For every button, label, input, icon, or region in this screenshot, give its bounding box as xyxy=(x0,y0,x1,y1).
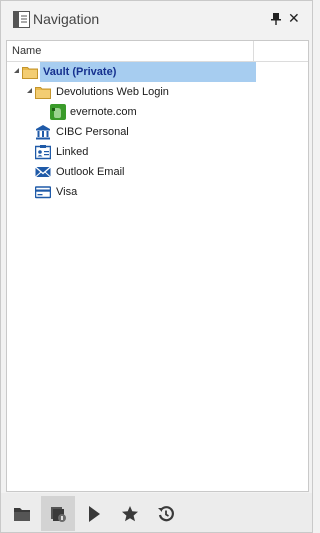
credit-card-icon xyxy=(35,186,51,199)
pin-icon[interactable] xyxy=(271,13,281,25)
folder-icon xyxy=(14,507,30,521)
folder-icon xyxy=(22,67,38,79)
collapse-arrow-icon[interactable] xyxy=(14,68,19,73)
contact-card-icon xyxy=(35,145,51,160)
navigation-tree: Name Vault (Private) Devolutions Web Log… xyxy=(6,40,309,492)
folder-view-button[interactable] xyxy=(5,496,39,531)
tree-item-label: Outlook Email xyxy=(56,166,125,178)
tree-item-cibc-personal[interactable]: CIBC Personal xyxy=(7,122,306,142)
tree-item-label: Vault (Private) xyxy=(43,66,117,78)
navigation-panel-icon xyxy=(13,11,30,28)
tree-item-label: evernote.com xyxy=(70,106,137,118)
bank-icon xyxy=(36,125,50,140)
play-icon xyxy=(89,505,100,522)
tree-item-devolutions-web-login[interactable]: Devolutions Web Login xyxy=(7,82,306,102)
tree-item-label: Visa xyxy=(56,186,78,198)
tree-column-header: Name xyxy=(7,41,308,62)
tree-item-outlook-email[interactable]: Outlook Email xyxy=(7,162,306,182)
name-column-header[interactable]: Name xyxy=(7,41,254,61)
tree-item-vault[interactable]: Vault (Private) xyxy=(7,62,306,82)
evernote-icon xyxy=(50,104,66,120)
tree-item-visa[interactable]: Visa xyxy=(7,182,306,202)
star-icon xyxy=(122,505,138,521)
recent-button[interactable] xyxy=(149,496,183,531)
folder-icon xyxy=(35,87,51,99)
navigation-panel: Navigation ✕ Name Vault (Private) Devolu… xyxy=(0,0,313,533)
tree-item-linked[interactable]: Linked xyxy=(7,142,306,162)
tree-item-label: Devolutions Web Login xyxy=(56,86,169,98)
favorites-button[interactable] xyxy=(113,496,147,531)
panel-titlebar: Navigation ✕ xyxy=(1,1,312,39)
entries-view-button[interactable] xyxy=(41,496,75,531)
play-button[interactable] xyxy=(77,496,111,531)
email-icon xyxy=(35,166,51,178)
navigation-toolbar xyxy=(1,493,312,532)
tree-item-evernote[interactable]: evernote.com xyxy=(7,102,306,122)
close-panel-button[interactable]: ✕ xyxy=(288,10,300,26)
tree-item-label: CIBC Personal xyxy=(56,126,129,138)
panel-title: Navigation xyxy=(33,11,100,27)
tree-item-label: Linked xyxy=(56,146,89,158)
history-icon xyxy=(158,505,174,521)
collapse-arrow-icon[interactable] xyxy=(27,88,32,93)
entries-icon xyxy=(51,506,66,522)
